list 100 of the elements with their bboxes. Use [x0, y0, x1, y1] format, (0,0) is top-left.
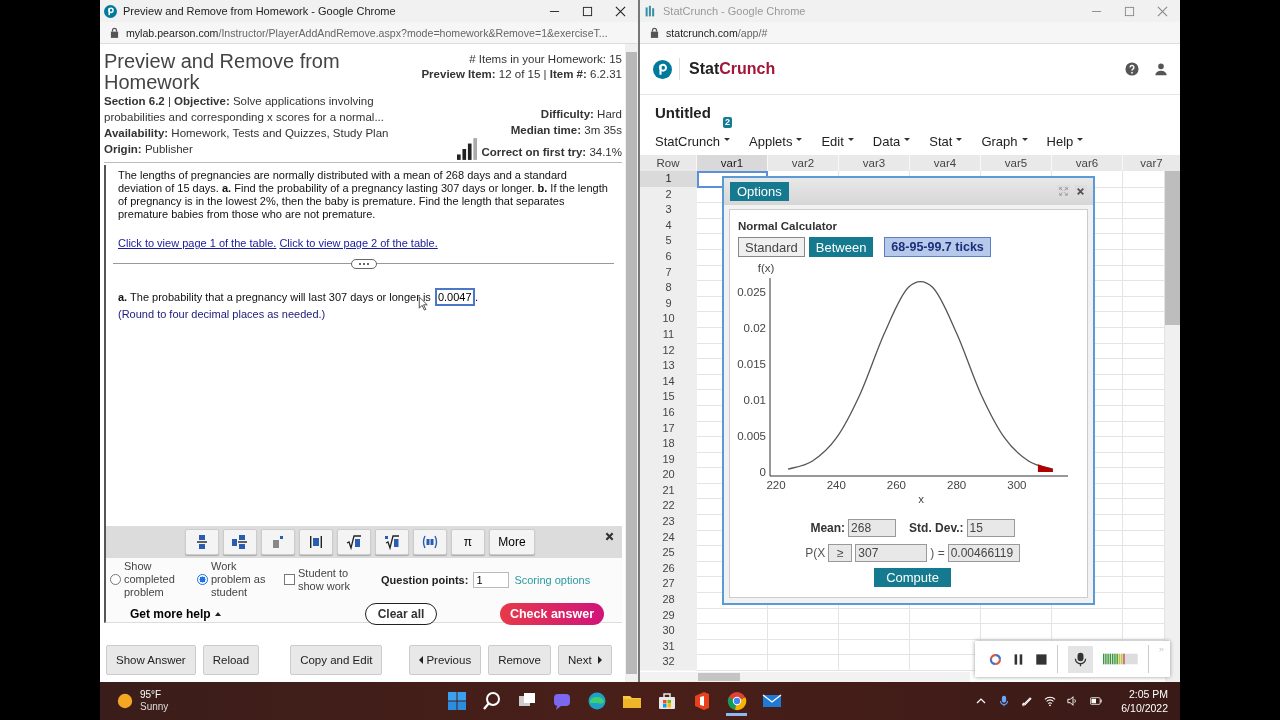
table-link[interactable]: Click to view page 2 of the table. — [279, 237, 438, 249]
y-tick-label: 0 — [759, 466, 766, 478]
grid-cell[interactable] — [697, 638, 768, 656]
grid-cell[interactable] — [1052, 607, 1123, 625]
scrollbar[interactable] — [1165, 171, 1180, 682]
grid-cell[interactable] — [697, 607, 768, 625]
column-header[interactable]: var2 — [768, 155, 839, 171]
scrollbar[interactable] — [625, 44, 638, 682]
ticks-toggle-button[interactable]: 68-95-99.7 ticks — [884, 237, 991, 257]
pen-icon[interactable] — [1021, 695, 1034, 707]
sun-icon[interactable] — [116, 692, 134, 710]
address-bar[interactable]: statcrunch.com/app/# — [640, 22, 1180, 44]
microphone-icon[interactable] — [998, 695, 1011, 707]
grid-cell[interactable] — [1052, 623, 1123, 640]
clock-time[interactable]: 2:05 PM — [1128, 687, 1168, 701]
expand-icon[interactable] — [1057, 185, 1070, 198]
close-icon[interactable] — [605, 532, 614, 541]
close-icon[interactable] — [1074, 185, 1087, 198]
mode-tab[interactable]: Between — [808, 237, 874, 257]
grid-cell[interactable] — [839, 654, 910, 671]
grid-cell[interactable] — [839, 638, 910, 656]
grid-cell[interactable] — [697, 623, 768, 640]
menu-item[interactable]: StatCrunch — [655, 128, 731, 155]
clear-all-button[interactable]: Clear all — [364, 603, 438, 625]
scrollbar[interactable] — [640, 672, 970, 682]
x-tick-label: 260 — [886, 479, 906, 491]
expand-handle[interactable] — [350, 259, 377, 269]
rounding-hint: (Round to four decimal places as needed.) — [118, 308, 327, 320]
address-bar[interactable]: mylab.pearson.com/Instructor/PlayerAddAndRemove.aspx?mode=homework&Remove=1&exerciseT... — [100, 22, 638, 44]
close-icon[interactable] — [615, 5, 626, 17]
menu-item[interactable]: Data — [872, 128, 911, 155]
x-tick-label: 240 — [826, 479, 846, 491]
caret-icon — [904, 137, 911, 141]
preview-item-info: Preview Item: 12 of 15 | Item #: 6.2.31 — [421, 67, 622, 82]
logo-icon — [653, 59, 672, 79]
operator-dropdown[interactable]: ≥ — [828, 544, 853, 562]
math-tool-button[interactable] — [337, 529, 371, 555]
math-tool-button[interactable] — [299, 529, 333, 555]
math-tool-button[interactable]: π — [451, 529, 485, 555]
grid-cell[interactable] — [697, 654, 768, 671]
grid-cell[interactable] — [768, 638, 839, 656]
column-header[interactable]: var3 — [839, 155, 910, 171]
std-dev-field[interactable]: 15 — [966, 519, 1015, 537]
result-field[interactable]: 0.00466119 — [947, 544, 1020, 562]
checkbox[interactable] — [284, 574, 295, 585]
menu-item[interactable]: Edit — [821, 128, 854, 155]
maximize-icon[interactable] — [582, 5, 593, 17]
menu-item[interactable]: Help — [1046, 128, 1084, 155]
table-link[interactable]: Click to view page 1 of the table. — [118, 237, 277, 249]
get-more-help-button[interactable]: Get more help — [126, 607, 225, 621]
mode-tab[interactable]: Standard — [738, 237, 805, 257]
wifi-icon[interactable] — [1044, 695, 1057, 707]
action-button[interactable]: Show Answer — [106, 645, 196, 675]
row-number: 13 — [640, 358, 697, 375]
row-number: 32 — [640, 654, 697, 671]
x-value-field[interactable]: 307 — [855, 544, 928, 562]
column-header[interactable]: var4 — [910, 155, 981, 171]
column-header[interactable]: var5 — [981, 155, 1052, 171]
menu-item[interactable]: Stat — [929, 128, 963, 155]
radio-button[interactable] — [197, 574, 208, 585]
radio-button[interactable] — [110, 574, 121, 585]
nav-button[interactable]: Next — [557, 645, 612, 675]
chevron-icon[interactable] — [1158, 646, 1164, 653]
grid-cell[interactable] — [981, 623, 1052, 640]
microphone-button[interactable] — [1068, 645, 1094, 673]
nav-button[interactable]: Remove — [488, 645, 551, 675]
math-tool-button[interactable] — [375, 529, 409, 555]
column-header[interactable]: var6 — [1052, 155, 1123, 171]
user-icon[interactable] — [1154, 62, 1168, 76]
action-button[interactable]: Reload — [202, 645, 260, 675]
grid-cell[interactable] — [910, 623, 981, 640]
nav-button[interactable]: Previous — [409, 645, 482, 675]
notification-badge: 2 — [723, 117, 733, 128]
column-header[interactable]: var7 — [1123, 155, 1180, 171]
menu-item[interactable]: Graph — [981, 128, 1028, 155]
calculator-heading: Normal Calculator — [738, 219, 839, 234]
column-header[interactable]: var1 — [697, 155, 768, 171]
answer-prompt: a. The probability that a pregnancy will last 307 days or longer is — [118, 291, 431, 303]
menu-item[interactable]: Applets — [749, 128, 803, 155]
section-info: Section 6.2 | Objective: Solve applications involving probabilities and corresponding x scores for a normal... — [104, 94, 385, 125]
compute-button[interactable]: Compute — [874, 568, 951, 587]
grid-cell[interactable] — [981, 607, 1052, 625]
grid-cell[interactable] — [768, 623, 839, 640]
clock-date[interactable]: 6/10/2022 — [1121, 701, 1168, 715]
grid-cell[interactable] — [910, 607, 981, 625]
grid-cell[interactable] — [768, 607, 839, 625]
math-tool-button[interactable]: More — [489, 529, 535, 555]
radio-label: Show completed problem — [124, 560, 176, 599]
points-field[interactable]: 1 — [473, 571, 510, 588]
grid-cell[interactable] — [839, 607, 910, 625]
logo-icon — [104, 4, 117, 18]
check-answer-button[interactable]: Check answer — [499, 603, 604, 625]
mean-field[interactable]: 268 — [848, 519, 897, 537]
action-button[interactable]: Copy and Edit — [290, 645, 383, 675]
grid-cell[interactable] — [768, 654, 839, 671]
absolute-value-icon — [308, 534, 324, 550]
answer-field[interactable]: 0.0047 — [434, 288, 475, 306]
grid-cell[interactable] — [839, 623, 910, 640]
help-icon[interactable] — [1125, 62, 1139, 76]
battery-icon[interactable] — [1090, 695, 1103, 707]
